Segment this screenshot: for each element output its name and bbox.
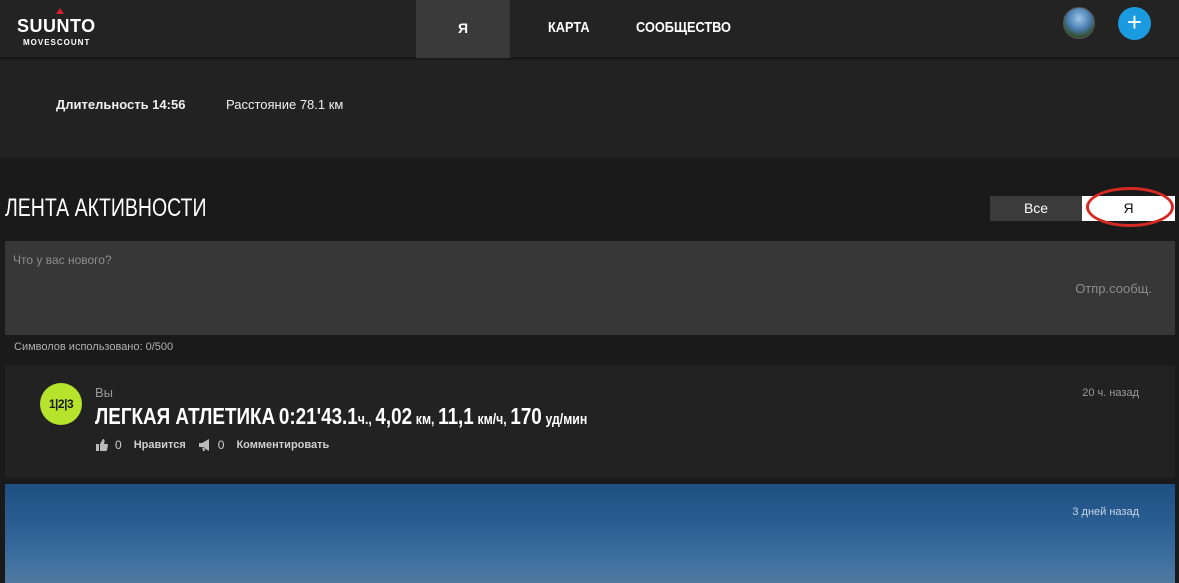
logo-brand: SUUNTO: [17, 16, 96, 36]
feed-item: 1|2|3 Вы 20 ч. назад ЛЕГКАЯ АТЛЕТИКА 0:2…: [5, 366, 1175, 478]
distance-stat: Расстояние 78.1 км: [226, 97, 344, 112]
filter-all-button[interactable]: Все: [990, 196, 1082, 221]
title-sport: ЛЕГКАЯ АТЛЕТИКА: [95, 403, 276, 429]
comment-count: 0: [217, 438, 225, 452]
feed-item-actions: 0 Нравится 0 Комментировать: [95, 438, 341, 452]
user-avatar[interactable]: [1063, 7, 1095, 39]
title-time-unit: ч.,: [357, 411, 372, 428]
nav-item-community[interactable]: СООБЩЕСТВО: [624, 0, 743, 58]
feed-item-user[interactable]: Вы: [95, 385, 113, 400]
title-speed-unit: км/ч,: [477, 411, 507, 428]
feed-item-time: 3 дней назад: [1072, 506, 1139, 518]
logo-peak-icon: [56, 8, 64, 14]
title-time: 0:21'43.1: [278, 403, 358, 429]
post-input[interactable]: [5, 241, 1175, 335]
post-composer: Отпр.сообщ.: [5, 241, 1175, 335]
megaphone-icon: [198, 439, 212, 451]
send-message-button[interactable]: Отпр.сообщ.: [1075, 281, 1152, 296]
feed-item-title[interactable]: ЛЕГКАЯ АТЛЕТИКА 0:21'43.1ч., 4,02 км, 11…: [95, 403, 587, 430]
like-button[interactable]: Нравится: [134, 439, 186, 451]
duration-stat: Длительность 14:56: [56, 97, 186, 112]
filter-me-button[interactable]: Я: [1082, 196, 1175, 221]
like-count: 0: [115, 438, 122, 452]
suunto-logo[interactable]: SUUNTO MOVESCOUNT: [17, 8, 107, 50]
title-heart-rate: 170: [510, 403, 542, 429]
feed-filter-toggle: Все Я: [990, 196, 1175, 221]
comment-button[interactable]: Комментировать: [236, 439, 329, 451]
activity-badge-icon: 1|2|3: [40, 383, 82, 425]
logo-subtitle: MOVESCOUNT: [23, 38, 91, 47]
nav-item-map[interactable]: КАРТА: [528, 0, 610, 58]
summary-strip: Длительность 14:56 Расстояние 78.1 км: [0, 60, 1179, 158]
plus-icon: +: [1126, 7, 1143, 37]
activity-feed-title: ЛЕНТА АКТИВНОСТИ: [5, 194, 207, 222]
title-heart-rate-unit: уд/мин: [545, 411, 588, 428]
title-speed: 11,1: [438, 403, 474, 429]
title-distance-unit: км,: [415, 411, 435, 428]
feed-item-photo[interactable]: 3 дней назад: [5, 484, 1175, 583]
add-button[interactable]: +: [1118, 7, 1151, 40]
thumbs-up-icon: [95, 439, 109, 451]
title-distance: 4,02: [375, 403, 413, 429]
char-counter: Символов использовано: 0/500: [14, 341, 174, 353]
main-nav: Я КАРТА СООБЩЕСТВО: [416, 0, 764, 58]
feed-item-time: 20 ч. назад: [1082, 387, 1139, 399]
top-navbar: SUUNTO MOVESCOUNT Я КАРТА СООБЩЕСТВО +: [0, 0, 1179, 58]
nav-item-me[interactable]: Я: [416, 0, 510, 58]
